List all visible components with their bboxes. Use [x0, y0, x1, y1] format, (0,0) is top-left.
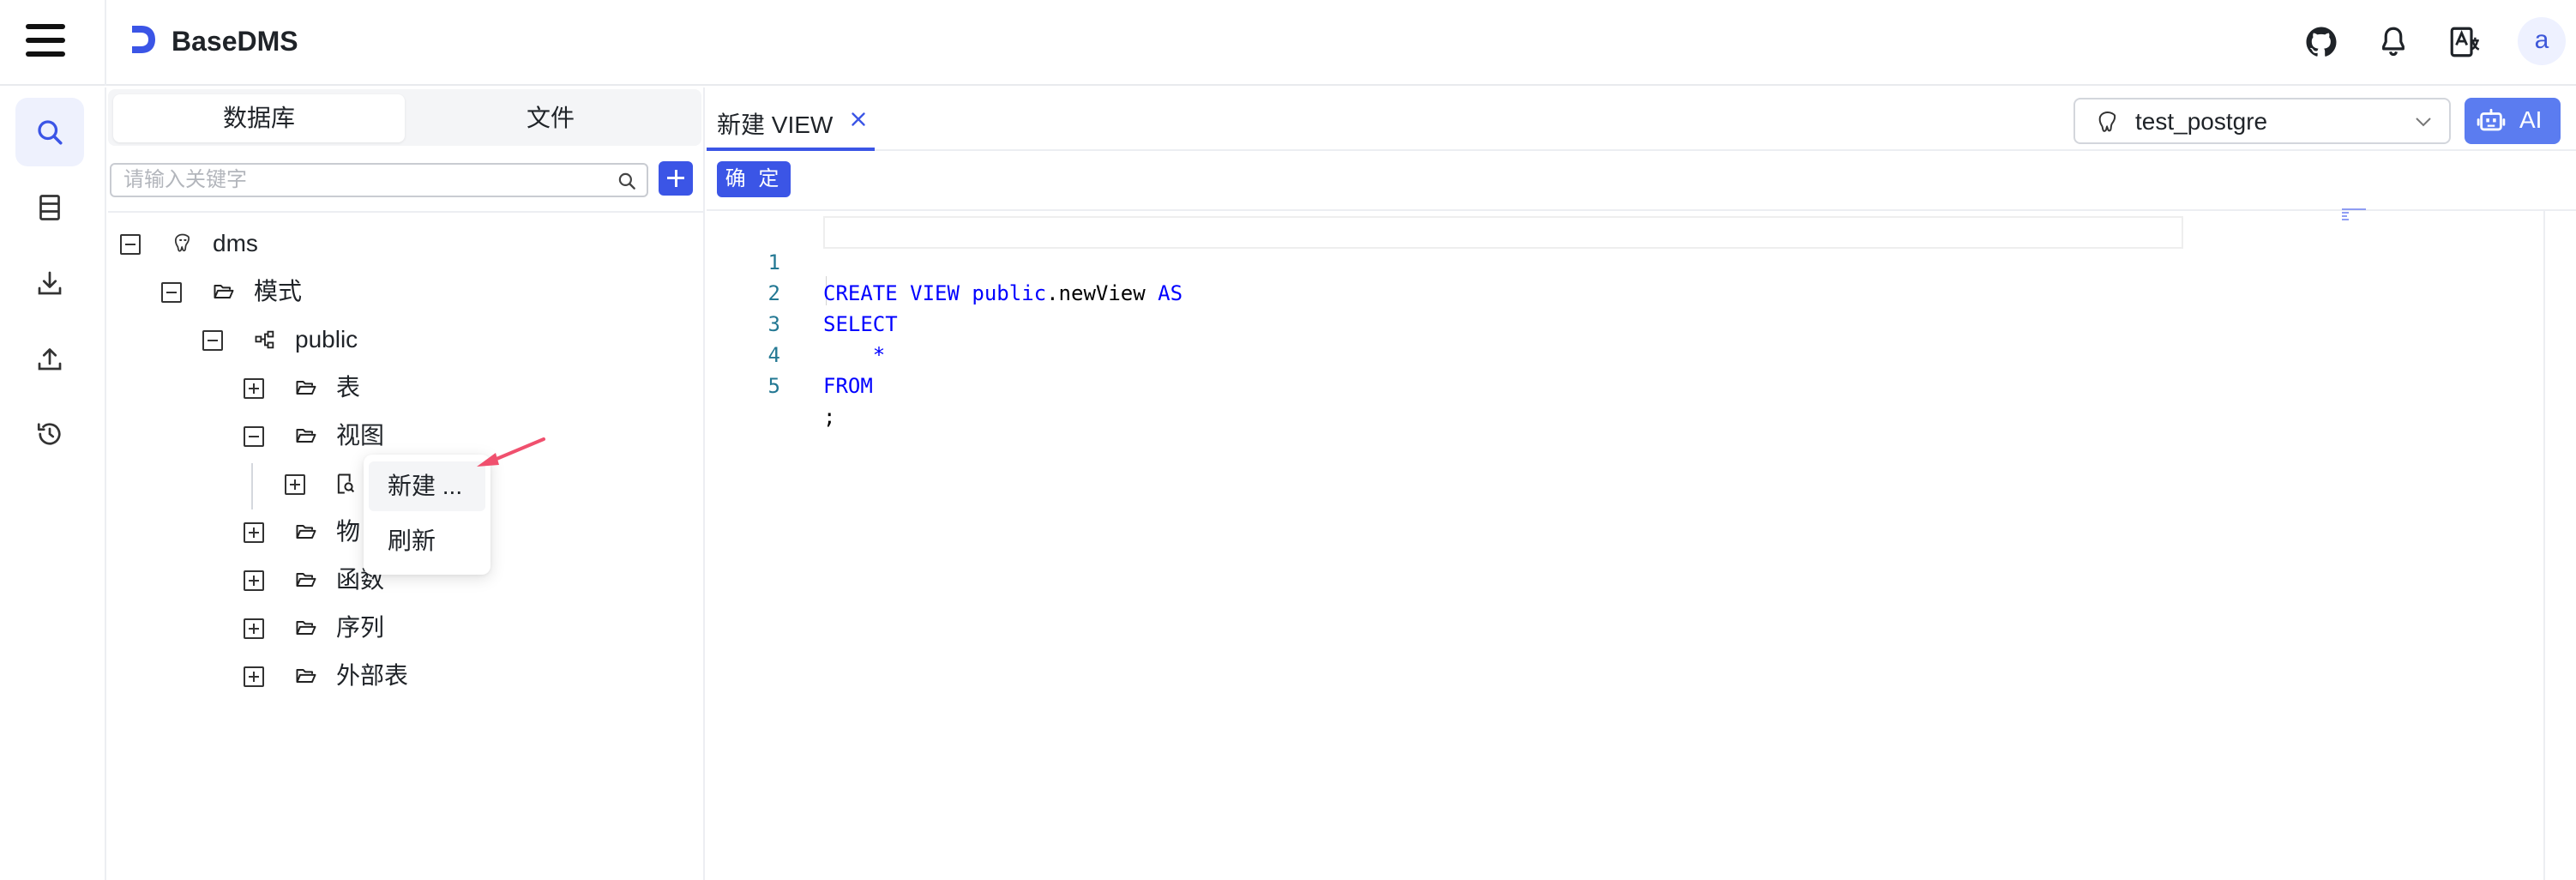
database-select[interactable]: test_postgre [2073, 98, 2451, 144]
header-divider [105, 0, 106, 86]
rail-database-button[interactable] [15, 173, 84, 242]
tree-node-label: 物 [336, 518, 361, 545]
editor-tab-bar: 新建 VIEW test_postgre AI [707, 87, 2576, 151]
rail-search-button[interactable] [15, 98, 84, 166]
user-avatar[interactable]: a [2518, 17, 2566, 65]
confirm-button[interactable]: 确 定 [717, 161, 791, 197]
sql-keyword: FROM [823, 374, 873, 398]
basedms-logo-icon [132, 26, 155, 53]
context-menu-new[interactable]: 新建 ... [369, 461, 485, 511]
sql-identifier: .newView [1046, 281, 1159, 305]
collapse-toggle[interactable] [202, 330, 223, 351]
tree-node-label: public [295, 326, 358, 353]
sql-keyword: CREATE VIEW [823, 281, 960, 305]
folder-open-icon [296, 525, 316, 539]
collapse-toggle[interactable] [244, 426, 264, 447]
left-rail [0, 87, 106, 880]
translate-icon[interactable] [2447, 24, 2483, 60]
view-icon [337, 473, 355, 494]
close-icon[interactable] [847, 108, 870, 130]
sql-keyword: SELECT [823, 312, 898, 336]
schema-icon [255, 330, 274, 349]
sql-schema: public [972, 281, 1047, 305]
sidebar-tab-bar: 数据库 文件 [108, 89, 701, 146]
expand-toggle[interactable] [244, 378, 264, 399]
ai-button-label: AI [2519, 106, 2543, 133]
rail-upload-button[interactable] [15, 324, 84, 393]
folder-open-icon [296, 573, 316, 587]
tab-files[interactable]: 文件 [405, 94, 696, 142]
postgres-icon [174, 233, 190, 252]
tree-node-label: 外部表 [336, 662, 409, 689]
sql-terminator: ; [823, 405, 836, 429]
expand-toggle[interactable] [244, 618, 264, 639]
sql-wildcard: * [823, 343, 886, 367]
top-header: BaseDMS a [0, 0, 2576, 86]
folder-open-icon [296, 669, 316, 683]
minimap-slider[interactable] [2340, 206, 2388, 223]
ai-button[interactable]: AI [2465, 98, 2561, 144]
history-icon [37, 423, 61, 445]
editor-tab-new-view[interactable]: 新建 VIEW [707, 94, 875, 151]
code-line-5: 5 ; [707, 340, 836, 429]
database-select-value: test_postgre [2135, 108, 2268, 135]
tab-database[interactable]: 数据库 [113, 94, 405, 142]
folder-open-icon [214, 285, 234, 298]
context-menu-refresh[interactable]: 刷新 [369, 516, 485, 566]
rail-history-button[interactable] [15, 400, 84, 468]
upload-icon [38, 348, 62, 371]
expand-toggle[interactable] [244, 570, 264, 591]
code-line-2: 2 SELECT [707, 247, 898, 336]
sql-code-editor[interactable]: 1 CREATE VIEW public.newView AS 2 SELECT… [707, 206, 2576, 880]
search-icon [38, 120, 63, 145]
code-line-3: 3 * [707, 278, 886, 367]
sidebar-divider [108, 211, 703, 213]
search-input[interactable] [123, 166, 604, 194]
menu-icon[interactable] [26, 24, 65, 57]
folder-open-icon [296, 429, 316, 443]
current-line-highlight [823, 216, 2183, 249]
download-icon [38, 271, 62, 295]
tree-node-label: 视图 [336, 422, 385, 449]
tree-guide-line [251, 463, 253, 509]
robot-icon [2477, 108, 2506, 131]
collapse-toggle[interactable] [120, 234, 141, 255]
chevron-down-icon [2416, 118, 2431, 127]
annotation-arrow-icon [477, 437, 545, 467]
search-field [110, 163, 648, 197]
postgres-icon [2098, 111, 2116, 132]
rail-download-button[interactable] [15, 249, 84, 317]
database-icon [39, 195, 60, 220]
expand-toggle[interactable] [244, 522, 264, 543]
search-icon[interactable] [616, 170, 638, 192]
github-icon[interactable] [2303, 24, 2339, 60]
tree-node-label: 模式 [254, 278, 303, 304]
app-title: BaseDMS [172, 26, 298, 57]
tree-node-label: 序列 [336, 614, 385, 641]
expand-toggle[interactable] [285, 474, 305, 495]
tree-node-label: dms [213, 230, 258, 256]
editor-scrollbar[interactable] [2543, 211, 2545, 880]
bell-icon[interactable] [2375, 24, 2411, 60]
line-number: 5 [767, 374, 780, 398]
folder-open-icon [296, 381, 316, 395]
code-line-1: 1 CREATE VIEW public.newView AS [707, 216, 1183, 305]
sql-keyword: AS [1158, 281, 1183, 305]
collapse-toggle[interactable] [161, 282, 182, 303]
folder-open-icon [296, 621, 316, 635]
editor-tab-label: 新建 VIEW [717, 112, 834, 138]
tree-node-label: 表 [336, 374, 361, 401]
context-menu: 新建 ... 刷新 [364, 455, 491, 575]
code-line-4: 4 FROM [707, 309, 873, 398]
expand-toggle[interactable] [244, 666, 264, 687]
add-connection-button[interactable] [659, 161, 693, 196]
